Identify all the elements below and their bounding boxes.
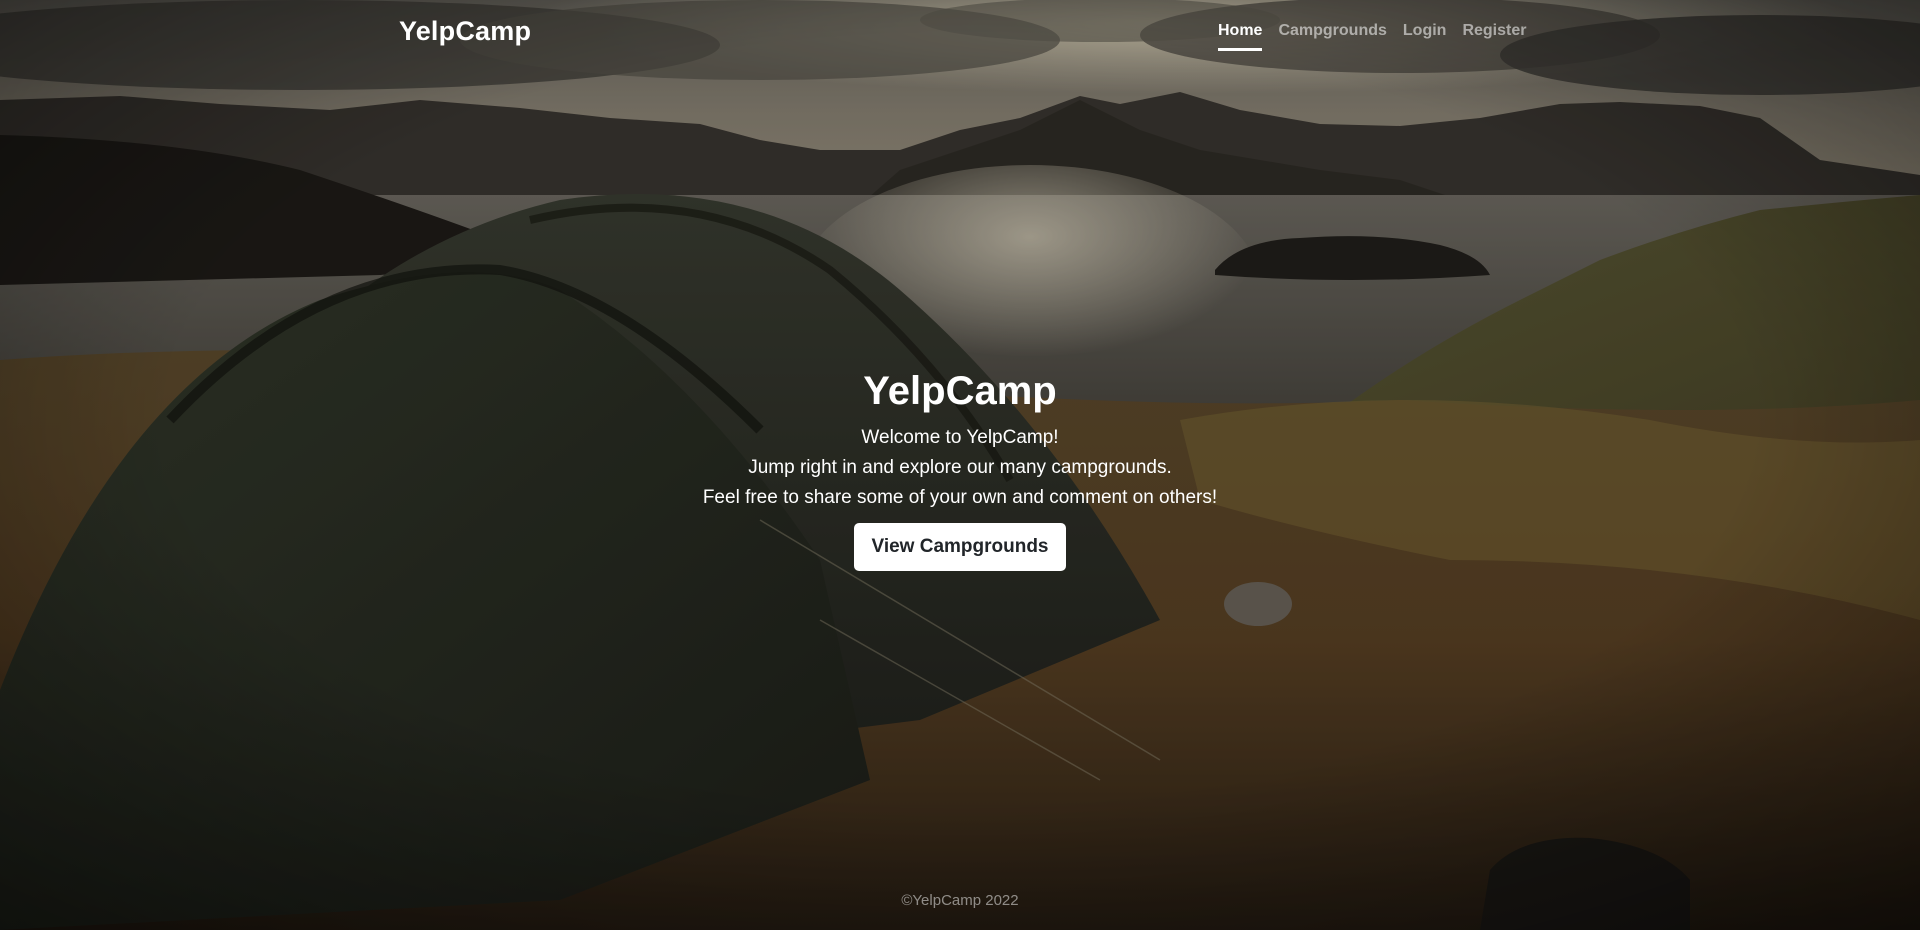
brand-logo[interactable]: YelpCamp xyxy=(399,16,531,47)
hero-title: YelpCamp xyxy=(863,369,1057,413)
landing-page: YelpCamp Home Campgrounds Login Register… xyxy=(0,0,1920,930)
view-campgrounds-button[interactable]: View Campgrounds xyxy=(854,523,1066,571)
hero-section: YelpCamp Welcome to YelpCamp! Jump right… xyxy=(0,367,1920,571)
hero-welcome-text: Welcome to YelpCamp! xyxy=(861,427,1059,448)
nav-link-home[interactable]: Home xyxy=(1218,22,1263,51)
nav-link-login[interactable]: Login xyxy=(1403,22,1447,51)
hero-explore-text: Jump right in and explore our many campg… xyxy=(748,457,1172,478)
nav-link-register[interactable]: Register xyxy=(1462,22,1526,51)
footer-copyright: ©YelpCamp 2022 xyxy=(901,892,1019,909)
nav-link-campgrounds[interactable]: Campgrounds xyxy=(1278,22,1386,51)
main-nav: Home Campgrounds Login Register xyxy=(1218,22,1526,51)
hero-share-text: Feel free to share some of your own and … xyxy=(702,487,1218,508)
